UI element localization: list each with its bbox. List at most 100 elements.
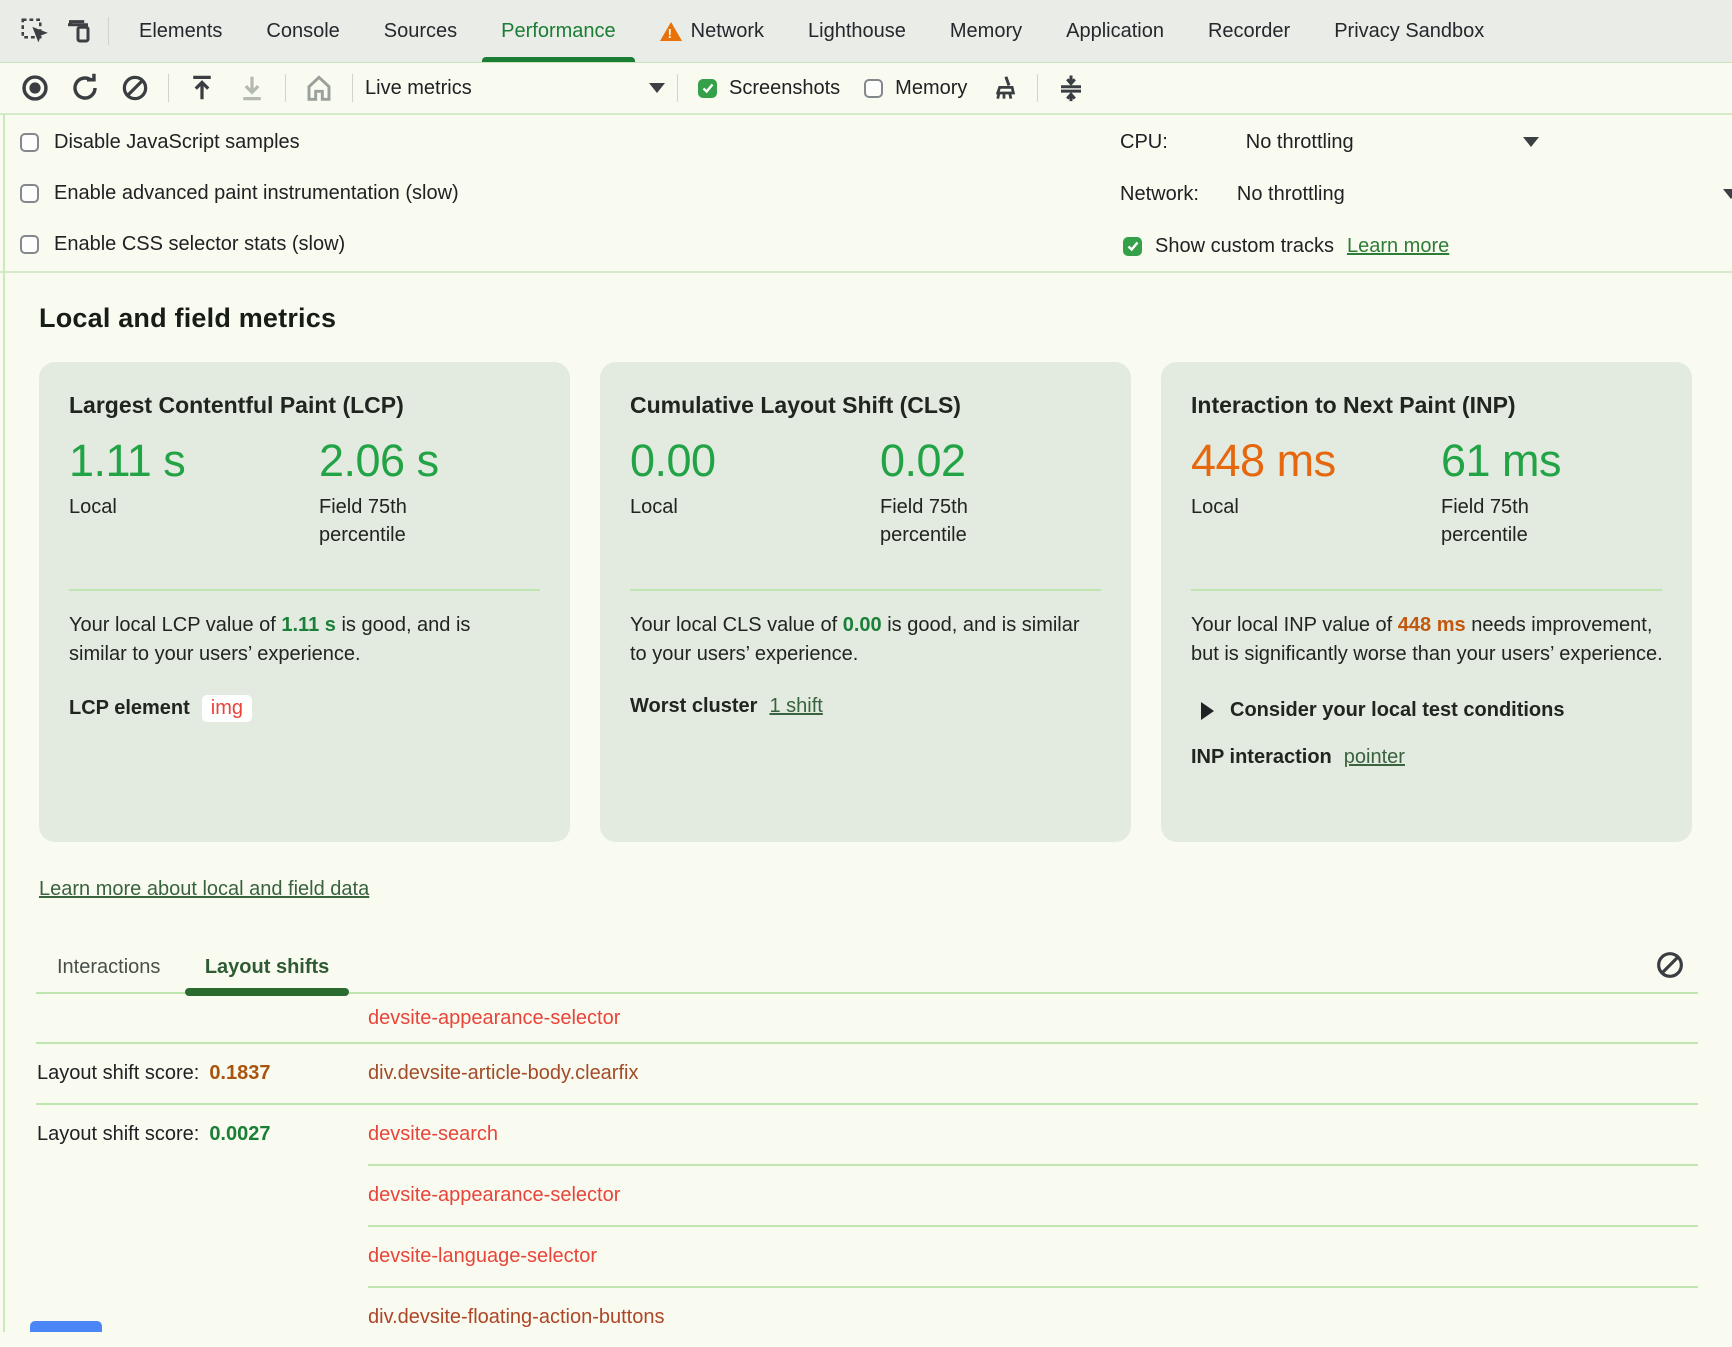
settings-checkbox-disable-javascript-samples[interactable]: Disable JavaScript samples — [20, 117, 459, 168]
load-profile-button[interactable] — [183, 69, 221, 107]
log-tab-bar: Interactions Layout shifts — [36, 945, 1698, 994]
inspect-element-button[interactable] — [12, 0, 56, 62]
tab-label: Recorder — [1208, 20, 1290, 43]
tab-label: Console — [266, 20, 339, 43]
record-button[interactable] — [16, 69, 54, 107]
layout-shift-row: Layout shift score: 0.0027 devsite-searc… — [36, 1105, 1698, 1164]
checkbox-unchecked-icon — [20, 133, 39, 152]
disclosure-triangle-icon — [1201, 702, 1214, 720]
clear-button[interactable] — [116, 69, 154, 107]
home-button[interactable] — [300, 69, 338, 107]
tab-privacy-sandbox[interactable]: Privacy Sandbox — [1312, 0, 1506, 62]
lcp-local-value: 1.11 s — [69, 435, 319, 487]
layout-shift-score-value: 0.0027 — [209, 1123, 270, 1146]
inp-description: Your local INP value of 448 ms needs imp… — [1191, 611, 1663, 669]
screenshots-checkbox[interactable]: Screenshots — [698, 77, 840, 100]
tab-label: Sources — [384, 20, 457, 43]
log-section: Interactions Layout shifts devsite-appea… — [36, 945, 1698, 1347]
cpu-value: No throttling — [1246, 131, 1354, 154]
tab-network[interactable]: Network — [638, 0, 786, 62]
element-selector-link[interactable]: div.devsite-floating-action-buttons — [368, 1306, 664, 1329]
show-custom-tracks-checkbox[interactable]: Show custom tracks Learn more — [1123, 222, 1449, 270]
network-throttling-select[interactable]: Network: No throttling — [1120, 170, 1345, 218]
worst-cluster-link[interactable]: 1 shift — [769, 695, 822, 718]
live-metrics-view: Local and field metrics Largest Contentf… — [0, 273, 1732, 901]
inp-interaction-link[interactable]: pointer — [1344, 746, 1405, 769]
card-divider — [69, 589, 540, 591]
collapse-sections-button[interactable] — [1052, 69, 1090, 107]
learn-more-link[interactable]: Learn more — [1347, 235, 1449, 258]
tab-label: Privacy Sandbox — [1334, 20, 1484, 43]
screenshots-label: Screenshots — [729, 77, 840, 100]
element-selector-link[interactable]: devsite-language-selector — [368, 1245, 597, 1268]
settings-checkbox-label: Disable JavaScript samples — [54, 131, 300, 154]
lcp-element-label: LCP element — [69, 697, 190, 720]
lcp-card: Largest Contentful Paint (LCP) 1.11 s Lo… — [39, 362, 570, 842]
inspect-cursor-icon — [19, 16, 49, 46]
tab-elements[interactable]: Elements — [117, 0, 244, 62]
element-selector-link[interactable]: devsite-appearance-selector — [368, 1007, 620, 1030]
cls-card: Cumulative Layout Shift (CLS) 0.00 Local… — [600, 362, 1131, 842]
cls-field-value: 0.02 — [880, 435, 1020, 487]
chevron-down-icon[interactable] — [1523, 137, 1539, 147]
tab-memory[interactable]: Memory — [928, 0, 1044, 62]
toolbar-divider — [352, 74, 353, 102]
metric-cards: Largest Contentful Paint (LCP) 1.11 s Lo… — [39, 362, 1732, 842]
panel-mode-dropdown[interactable]: Live metrics — [365, 77, 665, 100]
chevron-down-icon[interactable] — [1723, 189, 1732, 199]
layout-shift-row: devsite-appearance-selector — [36, 994, 1698, 1042]
collect-garbage-button[interactable] — [985, 69, 1023, 107]
checkbox-checked-icon — [1123, 237, 1142, 256]
tab-recorder[interactable]: Recorder — [1186, 0, 1312, 62]
tab-performance[interactable]: Performance — [479, 0, 638, 62]
log-tab-interactions[interactable]: Interactions — [37, 945, 180, 992]
capture-settings: Disable JavaScript samples Enable advanc… — [0, 115, 1732, 273]
upload-icon — [187, 73, 217, 103]
toolbar-divider — [108, 17, 109, 45]
toolbar-divider — [168, 74, 169, 102]
network-value: No throttling — [1237, 183, 1345, 206]
tab-lighthouse[interactable]: Lighthouse — [786, 0, 928, 62]
reload-icon — [69, 72, 101, 104]
memory-label: Memory — [895, 77, 967, 100]
layout-shift-score-label: Layout shift score: — [37, 1123, 199, 1146]
inp-card-title: Interaction to Next Paint (INP) — [1191, 392, 1662, 419]
cls-description: Your local CLS value of 0.00 is good, an… — [630, 611, 1092, 669]
cls-card-title: Cumulative Layout Shift (CLS) — [630, 392, 1101, 419]
device-toolbar-button[interactable] — [56, 0, 100, 62]
focus-highlight-artifact — [30, 1321, 102, 1332]
cpu-label: CPU: — [1120, 131, 1168, 154]
learn-more-local-field-link[interactable]: Learn more about local and field data — [39, 878, 369, 901]
lcp-card-title: Largest Contentful Paint (LCP) — [69, 392, 540, 419]
device-toolbar-icon — [63, 16, 93, 46]
element-selector-link[interactable]: devsite-search — [368, 1123, 498, 1146]
inp-field-label: Field 75th percentile — [1441, 493, 1581, 549]
reload-and-record-button[interactable] — [66, 69, 104, 107]
settings-checkbox-enable-advanced-paint-instrumentation-slow[interactable]: Enable advanced paint instrumentation (s… — [20, 168, 459, 219]
memory-checkbox[interactable]: Memory — [864, 77, 967, 100]
settings-checkbox-enable-css-selector-stats-slow[interactable]: Enable CSS selector stats (slow) — [20, 219, 459, 270]
lcp-element-node-link[interactable]: img — [202, 695, 252, 722]
element-selector-link[interactable]: devsite-appearance-selector — [368, 1184, 620, 1207]
block-icon — [1654, 949, 1686, 981]
clear-log-button[interactable] — [1654, 949, 1686, 981]
tab-console[interactable]: Console — [244, 0, 361, 62]
vertical-collapse-icon — [1056, 73, 1086, 103]
warning-icon — [660, 22, 682, 41]
consider-local-test-conditions-expander[interactable]: Consider your local test conditions — [1191, 699, 1662, 722]
cpu-throttling-select[interactable]: CPU: No throttling — [1120, 118, 1354, 166]
checkbox-unchecked-icon — [20, 184, 39, 203]
element-selector-link[interactable]: div.devsite-article-body.clearfix — [368, 1062, 638, 1085]
tab-sources[interactable]: Sources — [362, 0, 479, 62]
checkbox-unchecked-icon — [864, 79, 883, 98]
network-label: Network: — [1120, 183, 1199, 206]
tab-application[interactable]: Application — [1044, 0, 1186, 62]
chevron-down-icon — [649, 83, 665, 93]
inp-card: Interaction to Next Paint (INP) 448 ms L… — [1161, 362, 1692, 842]
card-divider — [630, 589, 1101, 591]
save-profile-button[interactable] — [233, 69, 271, 107]
log-tab-layout-shifts[interactable]: Layout shifts — [185, 945, 349, 992]
checkbox-unchecked-icon — [20, 235, 39, 254]
layout-shift-rows: devsite-appearance-selector Layout shift… — [36, 994, 1698, 1347]
broom-icon — [989, 73, 1019, 103]
